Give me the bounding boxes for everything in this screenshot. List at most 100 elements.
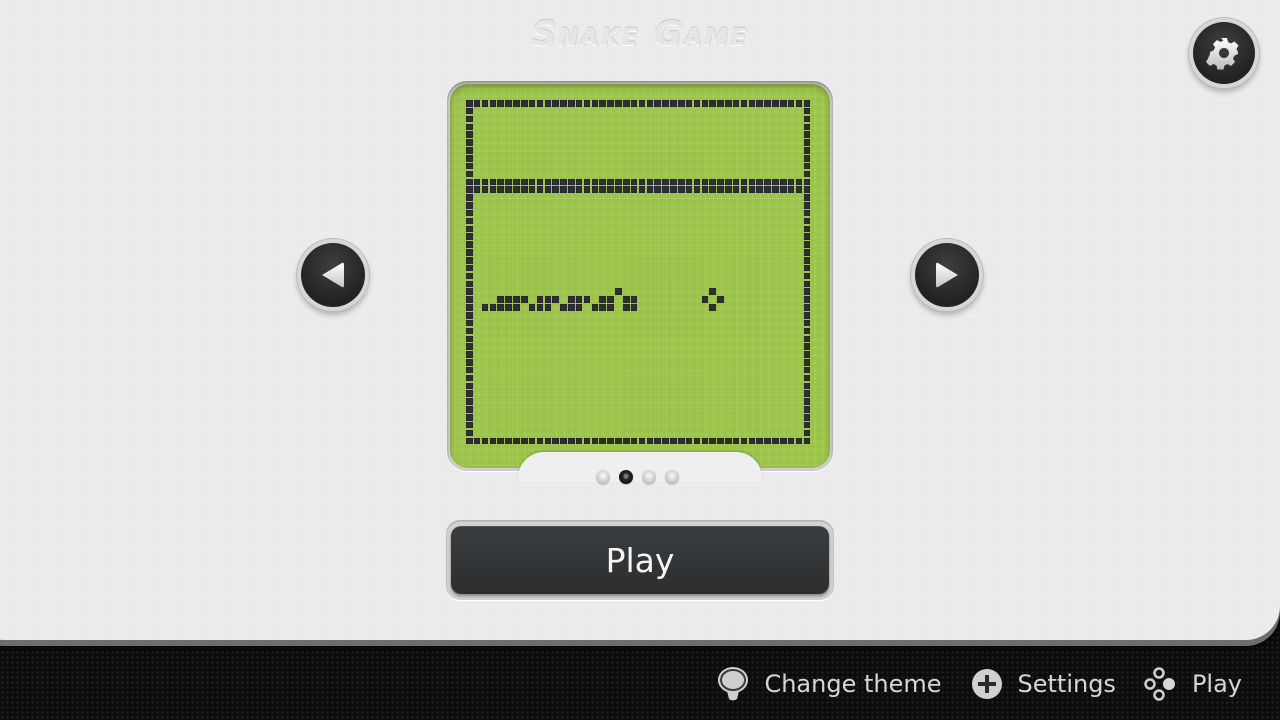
pager-dot-active[interactable] xyxy=(619,470,633,484)
separator-cell xyxy=(591,186,599,193)
wall-cell xyxy=(803,115,811,123)
wall-cell xyxy=(646,437,654,445)
wall-cell xyxy=(803,225,811,233)
separator-cell xyxy=(787,186,795,193)
wall-cell xyxy=(803,202,811,209)
wall-cell xyxy=(520,437,528,445)
separator-cell xyxy=(780,186,787,193)
snake-cell xyxy=(575,304,583,311)
wall-cell xyxy=(803,249,811,256)
footer-settings[interactable]: Settings xyxy=(970,667,1116,701)
separator-cell xyxy=(481,178,489,186)
pager-dot[interactable] xyxy=(596,470,610,484)
separator-cell xyxy=(607,178,614,186)
separator-cell xyxy=(709,178,716,186)
wall-cell xyxy=(481,437,489,445)
snake-cell xyxy=(575,296,583,303)
wall-cell xyxy=(466,264,473,272)
snake-cell xyxy=(607,304,614,311)
separator-cell xyxy=(536,186,544,193)
separator-cell xyxy=(568,178,575,186)
separator-cell xyxy=(497,178,504,186)
wall-cell xyxy=(466,202,473,209)
separator-cell xyxy=(489,186,497,193)
separator-cell xyxy=(787,178,795,186)
wall-cell xyxy=(466,429,473,437)
previous-theme-button[interactable] xyxy=(301,243,365,307)
separator-cell xyxy=(505,178,512,186)
wall-cell xyxy=(599,437,607,445)
wall-cell xyxy=(466,304,473,311)
wall-cell xyxy=(725,437,732,445)
wall-cell xyxy=(473,437,481,445)
separator-cell xyxy=(630,186,638,193)
wall-cell xyxy=(466,186,473,193)
wall-cell xyxy=(466,382,473,390)
wall-cell xyxy=(803,390,811,398)
wall-cell xyxy=(466,154,473,162)
food-cell xyxy=(701,296,709,303)
wall-cell xyxy=(575,100,583,107)
footer-play[interactable]: Play xyxy=(1144,667,1242,701)
snake-cell xyxy=(599,296,607,303)
snake-cell xyxy=(536,304,544,311)
snake-cell xyxy=(568,296,575,303)
wall-cell xyxy=(466,359,473,366)
separator-cell xyxy=(599,178,607,186)
wall-cell xyxy=(466,311,473,319)
wall-cell xyxy=(709,437,716,445)
separator-cell xyxy=(764,186,771,193)
separator-cell xyxy=(795,178,803,186)
separator-cell xyxy=(623,178,630,186)
wall-cell xyxy=(740,100,748,107)
snake-cell xyxy=(591,304,599,311)
wall-cell xyxy=(787,100,795,107)
wall-cell xyxy=(552,437,559,445)
wall-cell xyxy=(803,311,811,319)
snake-cell xyxy=(623,296,630,303)
snake-cell xyxy=(630,304,638,311)
footer-change-theme[interactable]: Change theme xyxy=(716,667,942,701)
footer-settings-label: Settings xyxy=(1017,670,1116,698)
plus-circle-icon xyxy=(970,667,1004,701)
wall-cell xyxy=(693,100,701,107)
separator-cell xyxy=(568,186,575,193)
settings-gear-button[interactable] xyxy=(1193,22,1255,84)
wall-cell xyxy=(803,327,811,335)
snake-cell xyxy=(599,304,607,311)
wall-cell xyxy=(560,437,567,445)
snake-cell xyxy=(552,296,559,303)
wall-cell xyxy=(505,437,512,445)
separator-cell xyxy=(654,186,661,193)
wall-cell xyxy=(803,162,811,170)
wall-cell xyxy=(552,100,559,107)
separator-cell xyxy=(623,186,630,193)
separator-cell xyxy=(725,178,732,186)
wall-cell xyxy=(701,437,709,445)
separator-cell xyxy=(732,186,740,193)
wall-cell xyxy=(803,241,811,248)
separator-cell xyxy=(473,178,481,186)
separator-cell xyxy=(473,186,481,193)
pager-dot[interactable] xyxy=(642,470,656,484)
pager-dot[interactable] xyxy=(665,470,679,484)
wall-cell xyxy=(466,374,473,382)
separator-cell xyxy=(772,178,779,186)
separator-cell xyxy=(748,178,756,186)
wall-cell xyxy=(803,304,811,311)
next-theme-button[interactable] xyxy=(915,243,979,307)
wall-cell xyxy=(756,437,764,445)
wall-cell xyxy=(473,100,481,107)
separator-cell xyxy=(575,178,583,186)
wall-cell xyxy=(795,437,803,445)
wall-cell xyxy=(583,100,591,107)
snake-cell xyxy=(520,296,528,303)
separator-cell xyxy=(544,186,552,193)
play-button[interactable]: Play xyxy=(451,526,829,594)
triangle-right-icon xyxy=(936,262,958,288)
wall-cell xyxy=(466,100,473,107)
wall-cell xyxy=(787,437,795,445)
separator-cell xyxy=(505,186,512,193)
wall-cell xyxy=(803,272,811,280)
wall-cell xyxy=(803,319,811,327)
